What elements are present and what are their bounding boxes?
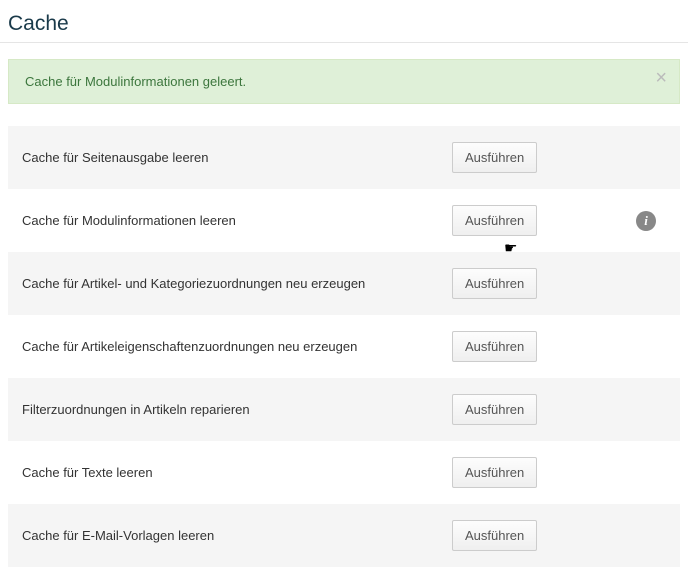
row-filter-assignments: Filterzuordnungen in Artikeln reparieren… [8, 378, 680, 441]
execute-button[interactable]: Ausführen [452, 520, 537, 551]
execute-button[interactable]: Ausführen [452, 142, 537, 173]
cache-action-list: Cache für Seitenausgabe leeren Ausführen… [8, 126, 680, 567]
row-email-templates-cache: Cache für E-Mail-Vorlagen leeren Ausführ… [8, 504, 680, 567]
alert-message: Cache für Modulinformationen geleert. [25, 74, 246, 89]
row-page-output-cache: Cache für Seitenausgabe leeren Ausführen [8, 126, 680, 189]
close-icon[interactable]: × [655, 68, 667, 88]
row-label: Cache für Modulinformationen leeren [22, 213, 452, 228]
row-label: Filterzuordnungen in Artikeln reparieren [22, 402, 452, 417]
execute-button[interactable]: Ausführen [452, 457, 537, 488]
row-label: Cache für Artikeleigenschaftenzuordnunge… [22, 339, 452, 354]
execute-button[interactable]: Ausführen [452, 268, 537, 299]
row-article-category-cache: Cache für Artikel- und Kategoriezuordnun… [8, 252, 680, 315]
success-alert: Cache für Modulinformationen geleert. × [8, 59, 680, 104]
row-label: Cache für Artikel- und Kategoriezuordnun… [22, 276, 452, 291]
execute-button[interactable]: Ausführen [452, 394, 537, 425]
execute-button[interactable]: Ausführen [452, 205, 537, 236]
row-label: Cache für Seitenausgabe leeren [22, 150, 452, 165]
row-article-properties-cache: Cache für Artikeleigenschaftenzuordnunge… [8, 315, 680, 378]
page-title: Cache [8, 12, 688, 36]
divider [0, 42, 688, 43]
row-label: Cache für E-Mail-Vorlagen leeren [22, 528, 452, 543]
execute-button[interactable]: Ausführen [452, 331, 537, 362]
row-text-cache: Cache für Texte leeren Ausführen [8, 441, 680, 504]
row-module-info-cache: Cache für Modulinformationen leeren Ausf… [8, 189, 680, 252]
info-icon[interactable]: i [636, 211, 656, 231]
row-label: Cache für Texte leeren [22, 465, 452, 480]
